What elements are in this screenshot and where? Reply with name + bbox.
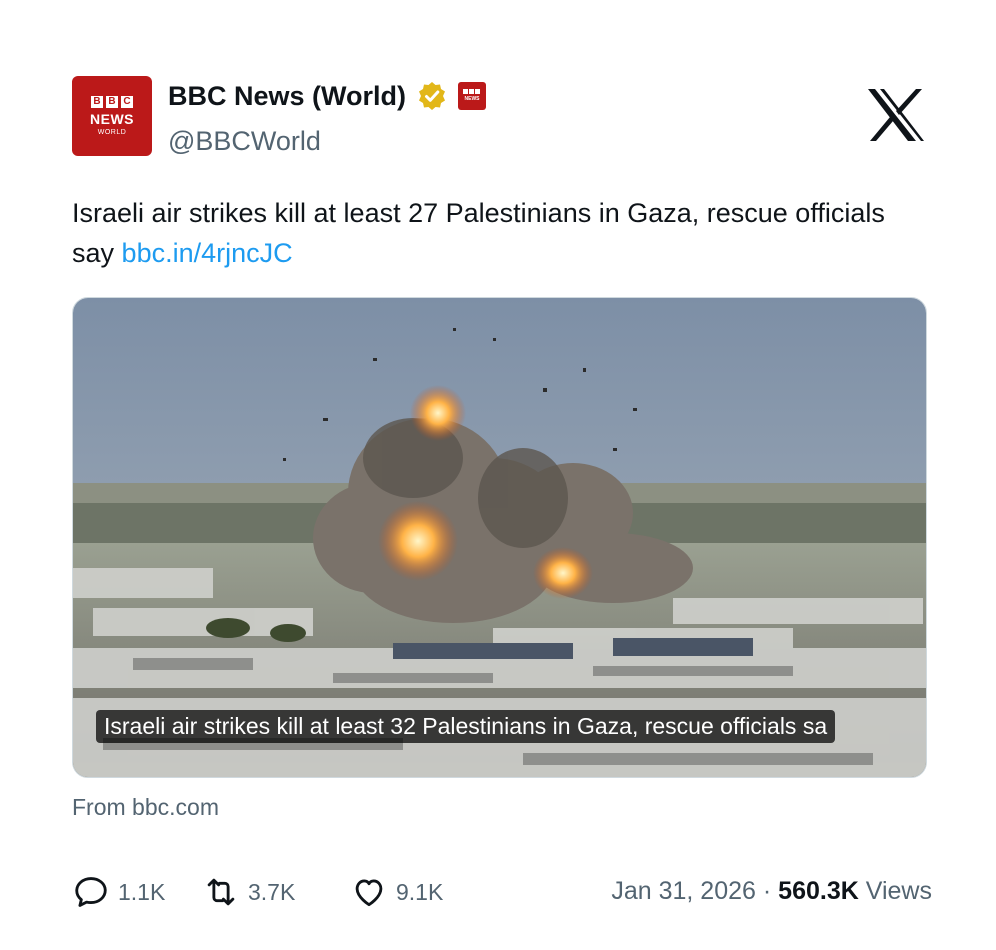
- avatar-news-text: NEWS: [90, 111, 134, 127]
- views-count: 560.3K: [778, 877, 859, 905]
- views-label: Views: [865, 877, 932, 905]
- bbc-logo: B B C: [91, 96, 133, 108]
- heart-icon: [355, 879, 383, 907]
- link-card-image[interactable]: Israeli air strikes kill at least 32 Pal…: [72, 297, 927, 778]
- link-source[interactable]: From bbc.com: [72, 794, 219, 821]
- link-card-caption: Israeli air strikes kill at least 32 Pal…: [96, 710, 836, 743]
- tweet-text: Israeli air strikes kill at least 27 Pal…: [72, 198, 885, 268]
- tweet-header: B B C NEWS WORLD BBC News (World) NEWS @…: [72, 76, 927, 158]
- tweet-link[interactable]: bbc.in/4rjncJC: [122, 238, 293, 268]
- meta-separator: ·: [762, 877, 772, 905]
- repost-icon: [207, 878, 235, 906]
- x-logo-icon[interactable]: [866, 88, 926, 142]
- affiliation-bbc-icon[interactable]: NEWS: [458, 82, 487, 110]
- repost-count: 3.7K: [248, 878, 296, 905]
- tweet-meta: Jan 31, 2026 · 560.3K Views: [611, 877, 932, 906]
- repost-button[interactable]: 3.7K: [202, 868, 295, 916]
- like-button[interactable]: 9.1K: [350, 868, 443, 916]
- reply-icon: [75, 877, 107, 907]
- name-row: BBC News (World) NEWS: [168, 80, 487, 112]
- avatar[interactable]: B B C NEWS WORLD: [72, 76, 152, 156]
- account-handle[interactable]: @BBCWorld: [168, 126, 321, 157]
- reply-count: 1.1K: [118, 878, 166, 905]
- explosion-photo: [73, 298, 926, 777]
- reply-button[interactable]: 1.1K: [72, 868, 165, 916]
- avatar-world-text: WORLD: [97, 129, 127, 136]
- tweet-date[interactable]: Jan 31, 2026: [611, 877, 756, 905]
- verified-gold-icon[interactable]: [416, 80, 448, 112]
- display-name[interactable]: BBC News (World): [168, 81, 406, 112]
- like-count: 9.1K: [396, 878, 444, 905]
- tweet-actions: 1.1K 3.7K 9.1K Jan 31, 2026 · 560.3K Vie…: [72, 868, 932, 916]
